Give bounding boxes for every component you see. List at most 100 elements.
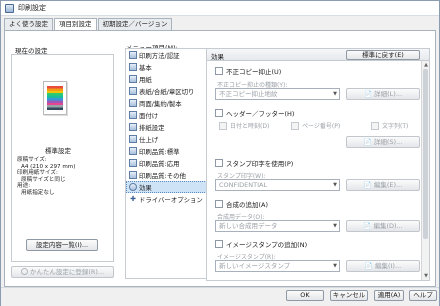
overlay-row[interactable]: 合成の追加(A) — [215, 199, 268, 209]
page-number-row[interactable]: ページ番号(P) — [291, 121, 340, 130]
menu-item-duplex[interactable]: 両面/集約/製本 — [126, 97, 209, 109]
menu-item-label: 用紙 — [139, 75, 152, 84]
duplex-icon — [129, 99, 137, 107]
summary-line: 用途: — [17, 183, 31, 190]
settings-summary: 原稿サイズ: A4 (210 x 297 mm) 印刷用紙サイズ: 原稿サイズと… — [17, 157, 107, 197]
menu-item-effects[interactable]: 効果 — [126, 181, 209, 193]
cancel-button[interactable]: キャンセル — [330, 290, 368, 301]
edit-icon: 📄 — [364, 262, 375, 270]
apply-button[interactable]: 適用(A) — [374, 290, 404, 301]
cover-icon — [129, 87, 137, 95]
menu-item-label: 印刷品質:その他 — [139, 171, 186, 180]
scroll-down-icon[interactable]: ▼ — [422, 272, 430, 280]
menu-item-label: 排紙設定 — [139, 123, 165, 132]
summary-line: 原稿サイズ: — [17, 157, 47, 163]
overlay-edit-button[interactable]: 📄 編集(D)... — [346, 220, 420, 232]
menu-item-label: 印刷品質:応用 — [139, 159, 180, 168]
stamp-checkbox[interactable] — [215, 159, 223, 167]
tab-defaults-version[interactable]: 初期設定／バージョン — [97, 18, 173, 30]
menu-item-quality-advanced[interactable]: 印刷品質:応用 — [126, 157, 209, 169]
menu-item-quality-other[interactable]: 印刷品質:その他 — [126, 169, 209, 181]
copy-guard-details-button[interactable]: 📄 詳細(L)... — [346, 88, 420, 100]
menu-item-finishing[interactable]: 仕上げ — [126, 133, 209, 145]
edit-label: 編集(E)... — [373, 181, 403, 189]
overlay-select[interactable]: 新しい合成用データ ▼ — [215, 220, 340, 232]
summary-line: 印刷用紙サイズ: — [17, 170, 58, 177]
effects-icon — [129, 183, 137, 191]
overlay-value: 新しい合成用データ — [219, 222, 278, 230]
scroll-up-icon[interactable]: ▲ — [422, 61, 430, 69]
pane-scrollbar[interactable]: ▲ ▼ — [421, 61, 429, 280]
title-bar: 印刷設定 — [1, 1, 439, 16]
quality-icon — [129, 159, 137, 167]
menu-item-print-method[interactable]: 印刷方法/認証 — [126, 49, 209, 61]
text-checkbox[interactable] — [371, 121, 379, 130]
page-number-label: ページ番号(P) — [302, 123, 341, 130]
stamp-select[interactable]: CONFIDENTIAL ▼ — [215, 179, 340, 191]
help-button[interactable]: ヘルプ — [409, 290, 437, 301]
menu-item-label: 面付け — [139, 111, 159, 120]
page-number-checkbox[interactable] — [291, 121, 299, 130]
register-label: かんたん設定に登録(R)... — [29, 268, 105, 276]
menu-item-driver-options[interactable]: ✚ ドライバーオプション — [126, 193, 209, 205]
date-time-checkbox[interactable] — [219, 121, 227, 130]
chevron-down-icon: ▼ — [333, 91, 337, 97]
quality-icon — [129, 147, 137, 155]
reset-defaults-button[interactable]: 標準に戻す(E) — [346, 50, 420, 60]
register-quick-settings-button[interactable]: かんたん設定に登録(R)... — [11, 266, 114, 278]
header-footer-label: ヘッダー／フッター(H) — [226, 110, 295, 118]
menu-item-quality-standard[interactable]: 印刷品質:標準 — [126, 145, 209, 157]
menu-item-imposition[interactable]: 面付け — [126, 109, 209, 121]
menu-item-label: 印刷品質:標準 — [139, 147, 180, 156]
text-row[interactable]: 文字列(T) — [371, 121, 408, 130]
overlay-checkbox[interactable] — [215, 200, 223, 208]
tab-frequent[interactable]: よく使う設定 — [4, 18, 53, 30]
quality-icon — [129, 171, 137, 179]
plus-icon: ✚ — [130, 195, 136, 203]
image-stamp-checkbox[interactable] — [215, 240, 223, 248]
scroll-thumb[interactable] — [423, 69, 428, 239]
menu-item-output[interactable]: 排紙設定 — [126, 121, 209, 133]
basic-icon — [129, 63, 137, 71]
tab-strip: よく使う設定 項目別設定 初期設定／バージョン — [4, 18, 173, 31]
details-icon: 📄 — [363, 138, 374, 146]
stamp-value: CONFIDENTIAL — [219, 181, 268, 189]
menu-item-label: 印刷方法/認証 — [139, 51, 180, 60]
menu-item-cover[interactable]: 表紙/合紙/章区切り — [126, 85, 209, 97]
stamp-edit-button[interactable]: 📄 編集(E)... — [346, 179, 420, 191]
menu-item-label: ドライバーオプション — [139, 195, 203, 204]
date-time-label: 日付と時刻(D) — [230, 123, 270, 130]
copy-guard-type-select[interactable]: 不正コピー抑止地紋 ▼ — [215, 88, 340, 100]
date-time-row[interactable]: 日付と時刻(D) — [219, 121, 269, 130]
copy-guard-row[interactable]: 不正コピー抑止(U) — [215, 66, 281, 76]
menu-item-paper[interactable]: 用紙 — [126, 73, 209, 85]
copy-guard-label: 不正コピー抑止(U) — [226, 68, 282, 76]
details-label: 詳細(S)... — [373, 138, 403, 146]
header-footer-checkbox[interactable] — [215, 109, 223, 117]
stamp-row[interactable]: スタンプ印字を使用(P) — [215, 158, 293, 168]
stamp-label: スタンプ印字を使用(P) — [226, 160, 294, 168]
image-stamp-select[interactable]: 新しいイメージスタンプ ▼ — [215, 260, 340, 272]
info-icon — [20, 268, 28, 275]
image-stamp-edit-button[interactable]: 📄 編集(I)... — [346, 260, 420, 272]
edit-label: 編集(I)... — [374, 262, 402, 270]
menu-item-label: 効果 — [139, 183, 152, 192]
image-stamp-row[interactable]: イメージスタンプの追加(N) — [215, 239, 307, 249]
text-label: 文字列(T) — [382, 123, 409, 130]
header-footer-details-button[interactable]: 📄 詳細(S)... — [346, 136, 420, 148]
image-stamp-label: イメージスタンプの追加(N) — [226, 241, 308, 249]
details-label: 詳細(L)... — [374, 90, 403, 98]
output-icon — [129, 123, 137, 131]
header-footer-row[interactable]: ヘッダー／フッター(H) — [215, 108, 294, 118]
copy-guard-checkbox[interactable] — [215, 67, 223, 75]
edit-icon: 📄 — [363, 222, 374, 230]
ok-button[interactable]: OK — [286, 290, 324, 301]
edit-label: 編集(D)... — [373, 222, 403, 230]
menu-item-label: 表紙/合紙/章区切り — [139, 87, 195, 96]
settings-list-button[interactable]: 設定内容一覧(I)... — [26, 239, 98, 251]
summary-line: 原稿サイズと同じ — [21, 176, 66, 183]
pane-title: 効果 — [211, 53, 224, 61]
paper-icon — [129, 75, 137, 83]
page-preview-image — [43, 81, 67, 115]
menu-item-basic[interactable]: 基本 — [126, 61, 209, 73]
